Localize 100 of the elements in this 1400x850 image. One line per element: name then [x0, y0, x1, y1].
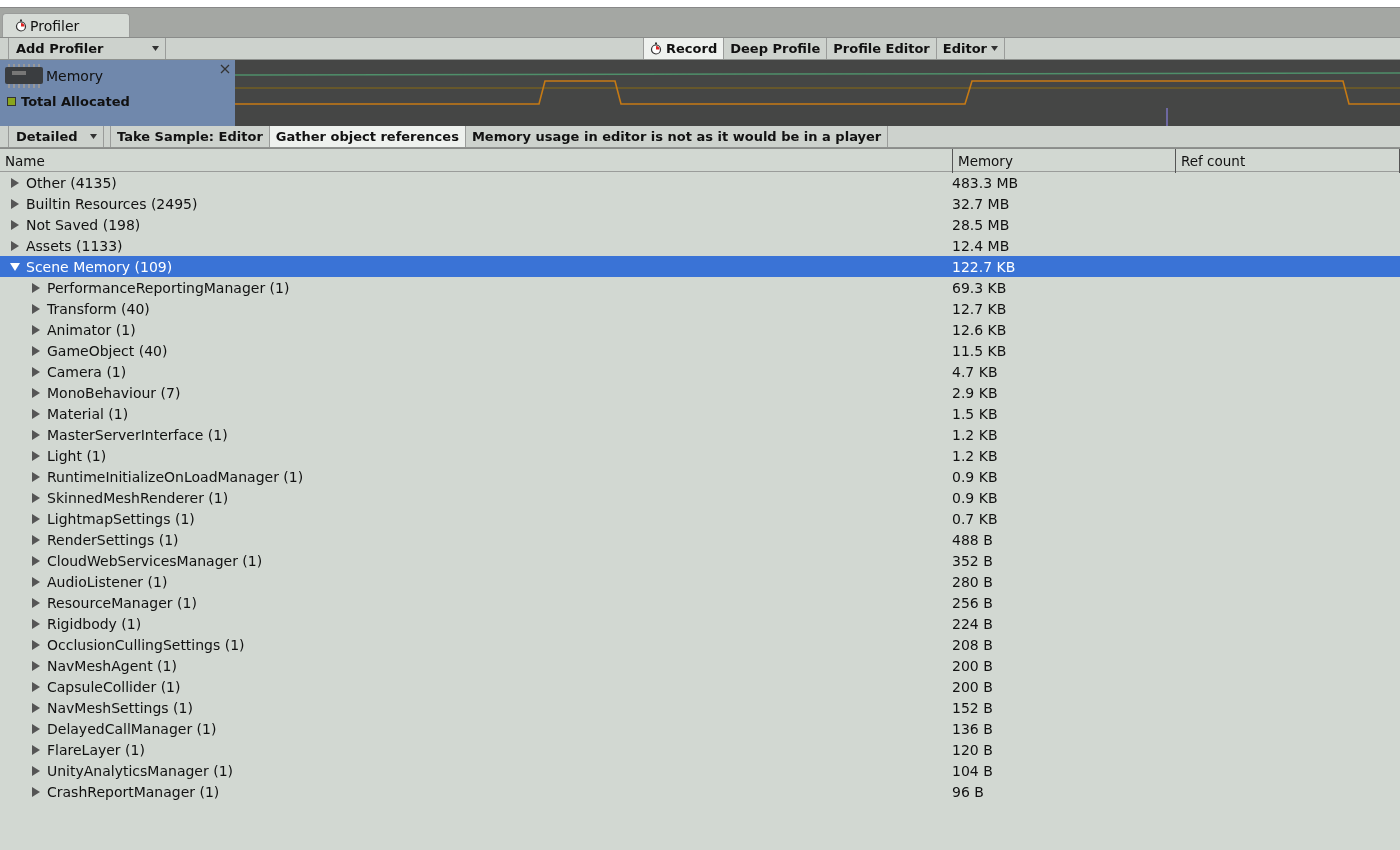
collapsed-arrow-icon[interactable] — [31, 324, 41, 335]
tree-row[interactable]: Camera (1) 4.7 KB — [0, 361, 1400, 382]
close-icon[interactable] — [220, 64, 230, 74]
expanded-arrow-icon[interactable] — [10, 261, 20, 272]
collapsed-arrow-icon[interactable] — [31, 576, 41, 587]
memory-value: 1.2 KB — [952, 426, 999, 443]
tree-row[interactable]: Light (1) 1.2 KB — [0, 445, 1400, 466]
row-name: Not Saved (198) — [26, 216, 141, 233]
collapsed-arrow-icon[interactable] — [31, 639, 41, 650]
tree-row[interactable]: RuntimeInitializeOnLoadManager (1) 0.9 KB — [0, 466, 1400, 487]
collapsed-arrow-icon[interactable] — [31, 660, 41, 671]
tree-row[interactable]: Scene Memory (109) 122.7 KB — [0, 256, 1400, 277]
tree-row[interactable]: RenderSettings (1) 488 B — [0, 529, 1400, 550]
collapsed-arrow-icon[interactable] — [31, 702, 41, 713]
tree-row[interactable]: MasterServerInterface (1) 1.2 KB — [0, 424, 1400, 445]
collapsed-arrow-icon[interactable] — [31, 282, 41, 293]
memory-value: 1.2 KB — [952, 447, 999, 464]
tree-row[interactable]: Material (1) 1.5 KB — [0, 403, 1400, 424]
collapsed-arrow-icon[interactable] — [10, 177, 20, 188]
tree-row[interactable]: Builtin Resources (2495) 32.7 MB — [0, 193, 1400, 214]
collapsed-arrow-icon[interactable] — [31, 597, 41, 608]
collapsed-arrow-icon[interactable] — [10, 219, 20, 230]
tree-row[interactable]: Other (4135) 483.3 MB — [0, 172, 1400, 193]
tree-row[interactable]: CapsuleCollider (1) 200 B — [0, 676, 1400, 697]
row-name: Other (4135) — [26, 174, 117, 191]
collapsed-arrow-icon[interactable] — [10, 240, 20, 251]
editor-memory-note: Memory usage in editor is not as it would be in a player — [465, 126, 889, 147]
memory-value: 120 B — [952, 741, 994, 758]
tree-row[interactable]: DelayedCallManager (1) 136 B — [0, 718, 1400, 739]
row-name: Rigidbody (1) — [47, 615, 142, 632]
tree-row[interactable]: NavMeshAgent (1) 200 B — [0, 655, 1400, 676]
toolbar-button[interactable]: Take Sample: Editor — [110, 126, 270, 147]
view-mode-dropdown[interactable]: Detailed — [8, 126, 104, 147]
collapsed-arrow-icon[interactable] — [31, 681, 41, 692]
collapsed-arrow-icon[interactable] — [31, 345, 41, 356]
row-name: Builtin Resources (2495) — [26, 195, 198, 212]
tree-row[interactable]: OcclusionCullingSettings (1) 208 B — [0, 634, 1400, 655]
tree-row[interactable]: SkinnedMeshRenderer (1) 0.9 KB — [0, 487, 1400, 508]
row-name: RenderSettings (1) — [47, 531, 179, 548]
memory-value: 0.7 KB — [952, 510, 999, 527]
collapsed-arrow-icon[interactable] — [31, 555, 41, 566]
row-name: PerformanceReportingManager (1) — [47, 279, 290, 296]
tree-row[interactable]: CloudWebServicesManager (1) 352 B — [0, 550, 1400, 571]
column-header[interactable]: Memory — [953, 149, 1176, 173]
row-name: CrashReportManager (1) — [47, 783, 220, 800]
column-header[interactable]: Ref count — [1176, 149, 1400, 173]
collapsed-arrow-icon[interactable] — [31, 366, 41, 377]
tree-row[interactable]: Animator (1) 12.6 KB — [0, 319, 1400, 340]
collapsed-arrow-icon[interactable] — [31, 471, 41, 482]
memory-value: 200 B — [952, 678, 994, 695]
collapsed-arrow-icon[interactable] — [31, 387, 41, 398]
toolbar-button[interactable]: Gather object references — [269, 126, 466, 147]
memory-value: 1.5 KB — [952, 405, 999, 422]
row-name: OcclusionCullingSettings (1) — [47, 636, 245, 653]
collapsed-arrow-icon[interactable] — [31, 618, 41, 629]
collapsed-arrow-icon[interactable] — [31, 450, 41, 461]
row-name: CapsuleCollider (1) — [47, 678, 181, 695]
memory-value: 280 B — [952, 573, 994, 590]
add-profiler-dropdown[interactable]: Add Profiler — [8, 38, 166, 59]
memory-value: 0.9 KB — [952, 468, 999, 485]
profiler-tab[interactable]: Profiler — [2, 13, 130, 37]
collapsed-arrow-icon[interactable] — [31, 429, 41, 440]
collapsed-arrow-icon[interactable] — [31, 786, 41, 797]
tree-row[interactable]: UnityAnalyticsManager (1) 104 B — [0, 760, 1400, 781]
row-name: NavMeshSettings (1) — [47, 699, 193, 716]
collapsed-arrow-icon[interactable] — [31, 744, 41, 755]
tree-row[interactable]: Assets (1133) 12.4 MB — [0, 235, 1400, 256]
tree-row[interactable]: ResourceManager (1) 256 B — [0, 592, 1400, 613]
tree-row[interactable]: LightmapSettings (1) 0.7 KB — [0, 508, 1400, 529]
memory-value: 4.7 KB — [952, 363, 999, 380]
caret-icon — [152, 46, 159, 51]
collapsed-arrow-icon[interactable] — [31, 408, 41, 419]
row-name: GameObject (40) — [47, 342, 168, 359]
tree-row[interactable]: FlareLayer (1) 120 B — [0, 739, 1400, 760]
tree-row[interactable]: Transform (40) 12.7 KB — [0, 298, 1400, 319]
row-name: MasterServerInterface (1) — [47, 426, 228, 443]
collapsed-arrow-icon[interactable] — [10, 198, 20, 209]
collapsed-arrow-icon[interactable] — [31, 534, 41, 545]
tree-row[interactable]: Rigidbody (1) 224 B — [0, 613, 1400, 634]
collapsed-arrow-icon[interactable] — [31, 765, 41, 776]
row-name: SkinnedMeshRenderer (1) — [47, 489, 229, 506]
tree-row[interactable]: NavMeshSettings (1) 152 B — [0, 697, 1400, 718]
row-name: Camera (1) — [47, 363, 127, 380]
tree-row[interactable]: GameObject (40) 11.5 KB — [0, 340, 1400, 361]
tree-row[interactable]: PerformanceReportingManager (1) 69.3 KB — [0, 277, 1400, 298]
row-name: DelayedCallManager (1) — [47, 720, 217, 737]
tree-row[interactable]: Not Saved (198) 28.5 MB — [0, 214, 1400, 235]
collapsed-arrow-icon[interactable] — [31, 492, 41, 503]
collapsed-arrow-icon[interactable] — [31, 723, 41, 734]
row-name: Assets (1133) — [26, 237, 123, 254]
column-header[interactable]: Name — [0, 149, 953, 173]
row-name: LightmapSettings (1) — [47, 510, 195, 527]
tree-row[interactable]: AudioListener (1) 280 B — [0, 571, 1400, 592]
collapsed-arrow-icon[interactable] — [31, 303, 41, 314]
tree-row[interactable]: CrashReportManager (1) 96 B — [0, 781, 1400, 802]
toolbar-button[interactable]: Record — [644, 38, 725, 59]
memory-value: 352 B — [952, 552, 994, 569]
tree-row[interactable]: MonoBehaviour (7) 2.9 KB — [0, 382, 1400, 403]
collapsed-arrow-icon[interactable] — [31, 513, 41, 524]
memory-panel[interactable]: Memory Total Allocated — [0, 60, 235, 126]
